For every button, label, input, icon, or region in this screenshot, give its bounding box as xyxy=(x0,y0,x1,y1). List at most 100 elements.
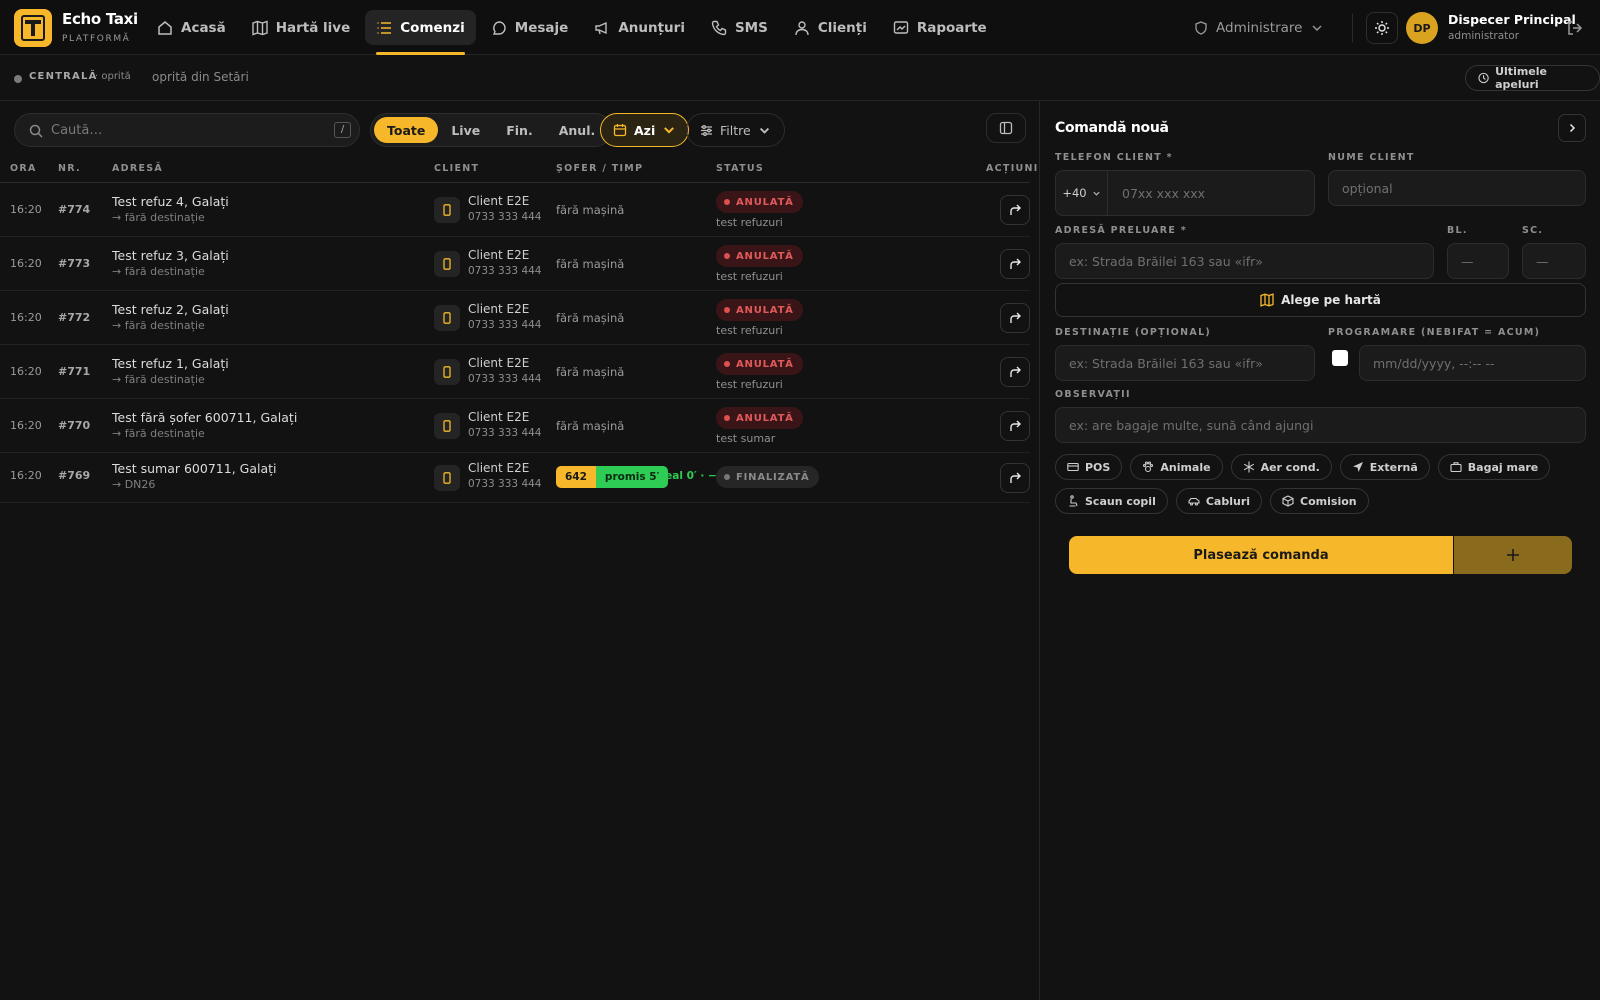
client-name: Client E2E xyxy=(468,461,530,475)
forward-button[interactable] xyxy=(1000,249,1030,279)
table-row[interactable]: 16:20 #770 Test fără șofer 600711, Galați →… xyxy=(0,399,1030,453)
nav-item-sms[interactable]: SMS xyxy=(700,10,779,45)
chip-cables[interactable]: Cabluri xyxy=(1175,488,1263,514)
child-seat-icon xyxy=(1069,495,1078,507)
taxi-logo-icon[interactable] xyxy=(14,9,52,47)
nav-item-reports[interactable]: Rapoarte xyxy=(882,10,998,45)
segment-cancelled[interactable]: Anul. xyxy=(546,117,609,143)
client-phone: 0733 333 444 xyxy=(468,319,542,331)
col-address[interactable]: ADRESĂ xyxy=(112,163,163,174)
order-number[interactable]: #773 xyxy=(58,257,90,270)
order-number[interactable]: #769 xyxy=(58,469,90,482)
nav-item-live-map[interactable]: Hartă live xyxy=(241,10,362,45)
share-arrow-icon xyxy=(1010,312,1021,323)
order-number[interactable]: #772 xyxy=(58,311,90,324)
forward-button[interactable] xyxy=(1000,195,1030,225)
col-status[interactable]: STATUS xyxy=(716,163,764,174)
name-input[interactable] xyxy=(1329,171,1585,205)
chip-commission[interactable]: Comision xyxy=(1270,488,1369,514)
forward-button[interactable] xyxy=(1000,303,1030,333)
table-row[interactable]: 16:20 #771 Test refuz 1, Galați → fără dest… xyxy=(0,345,1030,399)
chip-large-luggage[interactable]: Bagaj mare xyxy=(1437,454,1551,480)
collapse-panel-button[interactable] xyxy=(1558,114,1586,142)
client-phone-button[interactable] xyxy=(434,465,460,491)
col-number[interactable]: NR. xyxy=(58,163,81,174)
schedule-datetime-input[interactable] xyxy=(1360,346,1585,380)
search-input[interactable] xyxy=(51,114,341,146)
segment-all[interactable]: Toate xyxy=(374,117,439,143)
block-input[interactable] xyxy=(1448,244,1508,278)
table-row[interactable]: 16:20 #772 Test refuz 2, Galați → fără dest… xyxy=(0,291,1030,345)
nav-item-messages[interactable]: Mesaje xyxy=(480,10,580,45)
orders-table-header: ORA NR. ADRESĂ CLIENT ȘOFER / TIMP STATU… xyxy=(0,157,1037,183)
chat-icon xyxy=(492,20,506,35)
share-arrow-icon xyxy=(1010,258,1021,269)
filters-button[interactable]: Filtre xyxy=(686,113,785,147)
clock-icon xyxy=(1478,72,1489,84)
shield-icon xyxy=(1195,20,1207,35)
client-phone-button[interactable] xyxy=(434,197,460,223)
nav-item-orders[interactable]: Comenzi xyxy=(365,10,476,55)
chip-animals[interactable]: Animale xyxy=(1130,454,1223,480)
sidebar-icon xyxy=(999,121,1013,135)
share-arrow-icon xyxy=(1010,366,1021,377)
toggle-panel-button[interactable] xyxy=(986,113,1026,143)
order-time: 16:20 xyxy=(10,365,42,378)
segment-finished[interactable]: Fin. xyxy=(493,117,545,143)
theme-toggle-button[interactable] xyxy=(1366,12,1398,44)
smartphone-icon xyxy=(443,420,451,432)
status-badge: ANULATĂ xyxy=(716,299,803,321)
table-row[interactable]: 16:20 #769 Test sumar 600711, Galați → D… xyxy=(0,453,1030,503)
notes-input[interactable] xyxy=(1056,408,1585,442)
chip-air-conditioning[interactable]: Aer cond. xyxy=(1230,454,1332,480)
order-number[interactable]: #770 xyxy=(58,419,90,432)
avatar[interactable]: DP xyxy=(1406,12,1438,44)
client-phone-button[interactable] xyxy=(434,305,460,331)
name-label: NUME CLIENT xyxy=(1328,152,1415,163)
map-icon xyxy=(1260,293,1274,307)
add-order-button[interactable] xyxy=(1454,536,1572,574)
nav-item-announcements[interactable]: Anunțuri xyxy=(583,10,696,45)
logout-icon[interactable] xyxy=(1566,19,1584,37)
date-filter-button[interactable]: Azi xyxy=(600,113,690,147)
client-phone-button[interactable] xyxy=(434,359,460,385)
table-row[interactable]: 16:20 #774 Test refuz 4, Galați → fără dest… xyxy=(0,183,1030,237)
forward-button[interactable] xyxy=(1000,357,1030,387)
segment-live[interactable]: Live xyxy=(438,117,493,143)
order-address: Test fără șofer 600711, Galați xyxy=(112,410,298,425)
box-icon xyxy=(1282,495,1294,507)
col-time[interactable]: ORA xyxy=(10,163,37,174)
admin-dropdown[interactable]: Administrare xyxy=(1194,10,1324,45)
central-status-dot xyxy=(14,75,22,83)
place-order-button[interactable]: Plasează comanda xyxy=(1069,536,1453,574)
col-driver-time[interactable]: ȘOFER / TIMP xyxy=(556,163,643,174)
schedule-checkbox[interactable] xyxy=(1332,350,1348,366)
order-address: Test refuz 1, Galați xyxy=(112,356,229,371)
chevron-down-icon xyxy=(664,127,675,134)
driver-status: fără mașină xyxy=(556,203,625,217)
pickup-input[interactable] xyxy=(1056,244,1433,278)
brand-name: Echo Taxi xyxy=(62,10,138,28)
chip-child-seat[interactable]: Scaun copil xyxy=(1055,488,1168,514)
forward-button[interactable] xyxy=(1000,463,1030,493)
name-field xyxy=(1328,170,1586,206)
nav-item-home[interactable]: Acasă xyxy=(146,10,237,45)
country-prefix-select[interactable]: +40 xyxy=(1056,171,1108,215)
order-number[interactable]: #771 xyxy=(58,365,90,378)
forward-button[interactable] xyxy=(1000,411,1030,441)
nav-item-clients[interactable]: Clienți xyxy=(783,10,878,45)
table-row[interactable]: 16:20 #773 Test refuz 3, Galați → fără dest… xyxy=(0,237,1030,291)
order-number[interactable]: #774 xyxy=(58,203,90,216)
last-calls-button[interactable]: Ultimele apeluri xyxy=(1465,65,1600,91)
client-phone-button[interactable] xyxy=(434,251,460,277)
car-badge[interactable]: 642 promis 5′ xyxy=(556,466,669,488)
staircase-input[interactable] xyxy=(1523,244,1585,278)
paw-icon xyxy=(1143,461,1154,473)
col-client[interactable]: CLIENT xyxy=(434,163,479,174)
chip-external[interactable]: Externă xyxy=(1339,454,1430,480)
pick-on-map-button[interactable]: Alege pe hartă xyxy=(1055,283,1586,317)
destination-input[interactable] xyxy=(1056,346,1314,380)
chip-pos[interactable]: POS xyxy=(1055,454,1123,480)
client-phone-button[interactable] xyxy=(434,413,460,439)
chevron-down-icon xyxy=(1312,25,1322,31)
